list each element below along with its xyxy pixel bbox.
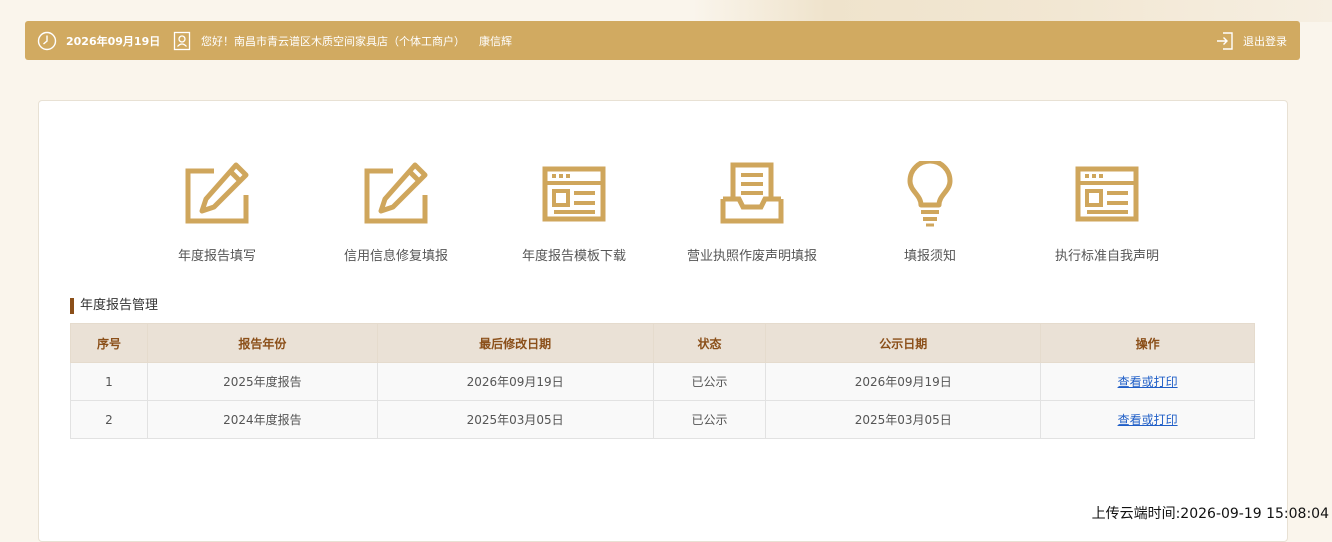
main-panel: 年度报告填写 信用信息修复填报 年度报告模板下载 营业执照作废声明填报 填报须知…	[38, 100, 1288, 542]
cell-publish: 2026年09月19日	[765, 362, 1042, 401]
user-info: 您好！南昌市青云谱区木质空间家具店（个体工商户） 康信辉	[173, 21, 512, 60]
quick-link-annual-report-fill[interactable]: 年度报告填写	[137, 161, 297, 264]
cell-no: 1	[70, 362, 148, 401]
upload-time: 上传云端时间:2026-09-19 15:08:04	[1091, 506, 1329, 522]
cell-action: 查看或打印	[1040, 362, 1255, 401]
user-name: 康信辉	[479, 34, 512, 48]
logout-button[interactable]: 退出登录	[1215, 21, 1287, 60]
view-print-link[interactable]: 查看或打印	[1118, 413, 1178, 427]
column-header-publish: 公示日期	[765, 323, 1042, 363]
clock-icon	[37, 31, 57, 50]
cell-year: 2024年度报告	[146, 400, 378, 439]
cell-no: 2	[70, 400, 148, 439]
date-display: 2026年09月19日	[37, 21, 160, 60]
quick-link-license-void-statement[interactable]: 营业执照作废声明填报	[672, 161, 832, 264]
quick-link-credit-repair[interactable]: 信用信息修复填报	[316, 161, 476, 264]
table-header-row: 序号 报告年份 最后修改日期 状态 公示日期 操作	[70, 323, 1255, 363]
top-bar: 2026年09月19日 您好！南昌市青云谱区木质空间家具店（个体工商户） 康信辉…	[25, 21, 1300, 60]
user-id-icon	[173, 31, 191, 50]
column-header-action: 操作	[1040, 323, 1255, 363]
quick-link-filing-notice[interactable]: 填报须知	[850, 158, 1010, 264]
cell-status: 已公示	[652, 362, 767, 401]
column-header-year: 报告年份	[146, 323, 378, 363]
current-date: 2026年09月19日	[66, 34, 161, 48]
quick-link-standard-declaration[interactable]: 执行标准自我声明	[1027, 161, 1187, 264]
cell-year: 2025年度报告	[146, 362, 378, 401]
quick-link-label: 填报须知	[903, 249, 956, 264]
cell-modified: 2025年03月05日	[376, 400, 654, 439]
greeting-text: 您好！南昌市青云谱区木质空间家具店（个体工商户）	[201, 34, 465, 48]
edit-pencil-icon	[185, 162, 249, 224]
cell-action: 查看或打印	[1040, 400, 1255, 439]
annual-report-table: 序号 报告年份 最后修改日期 状态 公示日期 操作 1 2025年度报告 202…	[70, 323, 1255, 439]
view-print-link[interactable]: 查看或打印	[1118, 375, 1178, 389]
table-row: 2 2024年度报告 2025年03月05日 已公示 2025年03月05日 查…	[70, 400, 1255, 439]
window-form-icon	[542, 166, 606, 222]
logout-label: 退出登录	[1243, 34, 1287, 48]
column-header-modified: 最后修改日期	[376, 323, 654, 363]
section-title: 年度报告管理	[70, 298, 158, 314]
logout-icon	[1217, 31, 1233, 50]
quick-link-label: 营业执照作废声明填报	[686, 249, 817, 264]
column-header-status: 状态	[652, 323, 767, 363]
cell-status: 已公示	[652, 400, 767, 439]
table-row: 1 2025年度报告 2026年09月19日 已公示 2026年09月19日 查…	[70, 362, 1255, 401]
quick-link-template-download[interactable]: 年度报告模板下载	[494, 161, 654, 264]
lightbulb-icon	[907, 158, 953, 227]
quick-link-label: 信用信息修复填报	[343, 249, 448, 264]
header-background	[0, 0, 1332, 22]
quick-link-label: 年度报告填写	[177, 249, 256, 264]
document-tray-icon	[720, 162, 784, 224]
quick-link-label: 执行标准自我声明	[1054, 249, 1159, 264]
column-header-no: 序号	[70, 323, 148, 363]
edit-pencil-icon	[364, 162, 428, 224]
cell-modified: 2026年09月19日	[376, 362, 654, 401]
window-form-icon	[1075, 166, 1139, 222]
cell-publish: 2025年03月05日	[765, 400, 1042, 439]
quick-link-label: 年度报告模板下载	[521, 249, 626, 264]
